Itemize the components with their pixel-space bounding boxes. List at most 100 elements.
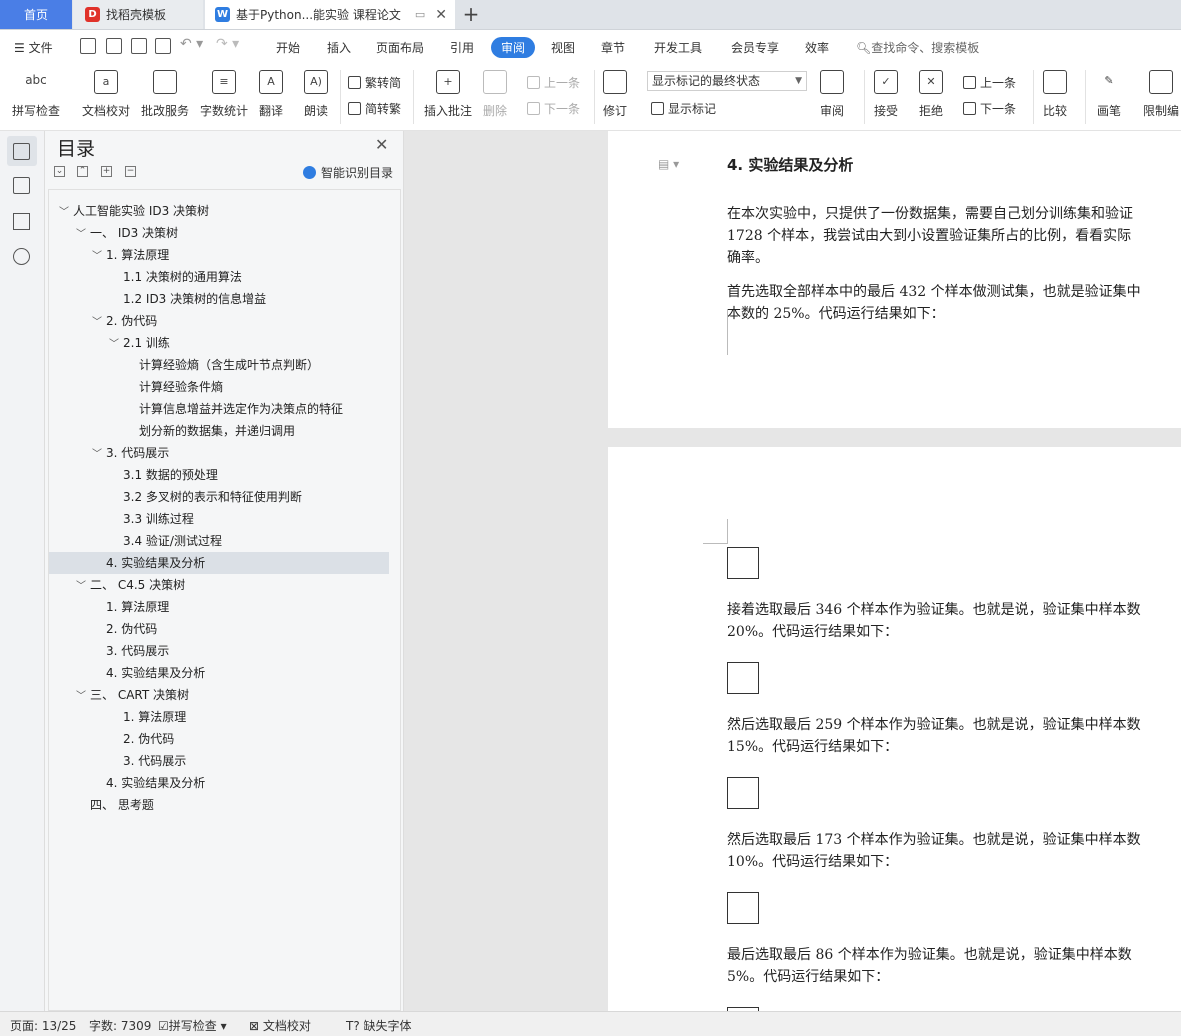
toc-item[interactable]: 1.1 决策树的通用算法: [49, 266, 389, 288]
bookmark-icon[interactable]: [13, 213, 30, 230]
toc-item[interactable]: ﹀ 一、 ID3 决策树: [49, 222, 389, 244]
simp-to-trad-button[interactable]: 简转繁: [348, 100, 401, 117]
status-doc-proof[interactable]: ⊠ 文档校对: [249, 1017, 311, 1034]
menu-member[interactable]: 会员专享: [731, 39, 779, 56]
toc-item[interactable]: 2. 伪代码: [49, 728, 389, 750]
result-image-placeholder[interactable]: [727, 662, 759, 694]
toc-item[interactable]: ﹀ 2.1 训练: [49, 332, 389, 354]
chevron-down-icon[interactable]: ﹀: [76, 576, 90, 598]
prev-comment-button[interactable]: 上一条: [527, 74, 580, 91]
accept-button[interactable]: ✓ 接受: [874, 70, 898, 119]
markup-state-select[interactable]: 显示标记的最终状态 ▼: [647, 71, 807, 91]
trad-to-simp-button[interactable]: 繁转简: [348, 74, 401, 91]
restrict-edit-button[interactable]: 限制编: [1143, 70, 1179, 119]
print-preview-icon[interactable]: [155, 38, 171, 54]
next-change-button[interactable]: 下一条: [963, 100, 1016, 117]
tab-pin-icon[interactable]: ▭: [415, 8, 425, 21]
document-icon[interactable]: ▤ ▾: [658, 157, 679, 171]
toc-icon[interactable]: [13, 143, 30, 160]
result-image-placeholder[interactable]: [727, 777, 759, 809]
doc-proof-button[interactable]: a 文档校对: [82, 70, 130, 119]
chevron-down-icon[interactable]: ﹀: [92, 444, 106, 466]
undo-icon[interactable]: ↶ ▾: [180, 36, 203, 52]
toc-item[interactable]: 4. 实验结果及分析: [49, 552, 389, 574]
track-changes-button[interactable]: 修订: [603, 70, 627, 119]
toc-item[interactable]: ﹀ 2. 伪代码: [49, 310, 389, 332]
chevron-down-icon[interactable]: ﹀: [76, 224, 90, 246]
review-service-button[interactable]: 批改服务: [141, 70, 189, 119]
page-indicator[interactable]: 页面: 13/25: [10, 1017, 76, 1034]
chevron-down-icon[interactable]: ﹀: [92, 312, 106, 334]
close-icon[interactable]: ✕: [375, 135, 388, 154]
menu-page-layout[interactable]: 页面布局: [376, 39, 424, 56]
toc-item[interactable]: 计算经验条件熵: [49, 376, 389, 398]
tab-daoke-templates[interactable]: D 找稻壳模板: [73, 0, 203, 29]
toc-item[interactable]: 3. 代码展示: [49, 750, 389, 772]
prev-change-button[interactable]: 上一条: [963, 74, 1016, 91]
menu-developer[interactable]: 开发工具: [654, 39, 702, 56]
tab-close-icon[interactable]: ✕: [435, 7, 447, 23]
result-image-placeholder[interactable]: [727, 547, 759, 579]
toc-item[interactable]: 划分新的数据集，并递归调用: [49, 420, 389, 442]
smart-toc-button[interactable]: 智能识别目录: [303, 164, 393, 181]
insert-comment-button[interactable]: + 插入批注: [424, 70, 472, 119]
new-tab-icon[interactable]: +: [458, 2, 484, 28]
toc-item[interactable]: 3.3 训练过程: [49, 508, 389, 530]
toc-item[interactable]: 1.2 ID3 决策树的信息增益: [49, 288, 389, 310]
toc-item[interactable]: 四、 思考题: [49, 794, 389, 816]
tab-home[interactable]: 首页: [0, 0, 72, 29]
translate-button[interactable]: A 翻译: [259, 70, 283, 119]
toc-item[interactable]: ﹀ 二、 C4.5 决策树: [49, 574, 389, 596]
toc-item[interactable]: 计算信息增益并选定作为决策点的特征: [49, 398, 389, 420]
toc-item[interactable]: 计算经验熵（含生成叶节点判断）: [49, 354, 389, 376]
redo-icon[interactable]: ↷ ▾: [216, 36, 239, 52]
delete-comment-button[interactable]: 删除: [483, 70, 507, 119]
menu-chapter[interactable]: 章节: [601, 39, 625, 56]
toc-item[interactable]: 3.4 验证/测试过程: [49, 530, 389, 552]
chevron-down-icon[interactable]: ﹀: [92, 246, 106, 268]
remove-heading-icon[interactable]: −: [125, 166, 136, 177]
word-count-button[interactable]: ≡ 字数统计: [200, 70, 248, 119]
print-icon[interactable]: [131, 38, 147, 54]
status-spellcheck[interactable]: ☑拼写检查 ▾: [158, 1017, 227, 1034]
read-aloud-button[interactable]: A) 朗读: [304, 70, 328, 119]
toc-item[interactable]: ﹀ 三、 CART 决策树: [49, 684, 389, 706]
toc-item[interactable]: 4. 实验结果及分析: [49, 662, 389, 684]
menu-insert[interactable]: 插入: [327, 39, 351, 56]
spellcheck-button[interactable]: abc 拼写检查: [12, 70, 60, 119]
menu-references[interactable]: 引用: [450, 39, 474, 56]
pen-button[interactable]: ✎ 画笔: [1097, 70, 1121, 119]
reject-button[interactable]: ✕ 拒绝: [919, 70, 943, 119]
toc-item[interactable]: 1. 算法原理: [49, 706, 389, 728]
compare-button[interactable]: 比较: [1043, 70, 1067, 119]
command-search[interactable]: 🔍︎查找命令、搜索模板: [856, 39, 979, 56]
menu-file[interactable]: ☰ 文件: [14, 39, 53, 56]
status-missing-font[interactable]: T? 缺失字体: [346, 1017, 412, 1034]
chevron-down-icon[interactable]: ﹀: [76, 686, 90, 708]
toc-item[interactable]: ﹀ 1. 算法原理: [49, 244, 389, 266]
review-pane-button[interactable]: 审阅: [820, 70, 844, 119]
menu-view[interactable]: 视图: [551, 39, 575, 56]
menu-efficiency[interactable]: 效率: [805, 39, 829, 56]
toc-item[interactable]: ﹀ 人工智能实验 ID3 决策树: [49, 200, 389, 222]
toc-item[interactable]: 3.2 多叉树的表示和特征使用判断: [49, 486, 389, 508]
save-icon[interactable]: [80, 38, 96, 54]
result-image-placeholder[interactable]: [727, 892, 759, 924]
collapse-all-icon[interactable]: ⌄: [54, 166, 65, 177]
tab-document[interactable]: W 基于Python...能实验 课程论文 ▭ ✕: [205, 0, 455, 29]
expand-up-icon[interactable]: ⌃: [77, 166, 88, 177]
add-heading-icon[interactable]: +: [101, 166, 112, 177]
toc-item[interactable]: 3.1 数据的预处理: [49, 464, 389, 486]
chevron-down-icon[interactable]: ﹀: [109, 334, 123, 356]
toc-item[interactable]: ﹀ 3. 代码展示: [49, 442, 389, 464]
chapter-nav-icon[interactable]: [13, 177, 30, 194]
toc-item[interactable]: 4. 实验结果及分析: [49, 772, 389, 794]
search-icon[interactable]: [13, 248, 30, 265]
toc-item[interactable]: 2. 伪代码: [49, 618, 389, 640]
toc-item[interactable]: 1. 算法原理: [49, 596, 389, 618]
next-comment-button[interactable]: 下一条: [527, 100, 580, 117]
show-markup-button[interactable]: 显示标记: [651, 100, 716, 117]
export-pdf-icon[interactable]: [106, 38, 122, 54]
chevron-down-icon[interactable]: ﹀: [59, 202, 73, 224]
toc-item[interactable]: 3. 代码展示: [49, 640, 389, 662]
